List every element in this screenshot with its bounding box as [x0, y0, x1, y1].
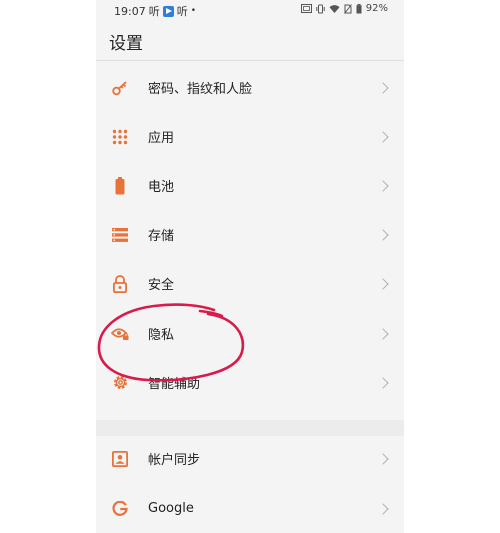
wifi-icon: [329, 4, 340, 13]
more-notifications-dot: •: [190, 6, 197, 16]
chevron-right-icon: [377, 130, 389, 143]
video-app-icon: [162, 5, 174, 17]
settings-item-apps[interactable]: 应用: [96, 112, 404, 161]
status-left: 19:07 听 听 •: [114, 3, 196, 19]
settings-screen: 19:07 听 听 • 92% 设置 密码、指纹和人脸 应用 电池 存储 安全 …: [96, 0, 404, 533]
nfc-icon: [300, 4, 312, 13]
status-bar: 19:07 听 听 • 92%: [96, 0, 404, 20]
battery-icon: [111, 176, 129, 195]
google-icon: [111, 500, 129, 518]
settings-item-label: 应用: [148, 131, 175, 146]
chevron-right-icon: [377, 376, 389, 389]
settings-item-label: 密码、指纹和人脸: [148, 82, 253, 97]
header-divider: [96, 60, 404, 61]
listen-notification-glyph: 听: [148, 5, 160, 18]
page-title: 设置: [109, 34, 143, 54]
settings-item-label: 帐户同步: [148, 453, 201, 468]
settings-item-google[interactable]: Google: [96, 484, 404, 533]
battery-percent: 92%: [365, 3, 388, 14]
apps-grid-icon: [111, 128, 129, 146]
chevron-right-icon: [377, 228, 389, 241]
settings-item-label: 存储: [148, 229, 175, 244]
chevron-right-icon: [377, 327, 389, 340]
listen-notification-glyph-2: 听: [176, 5, 188, 18]
chevron-right-icon: [377, 179, 389, 192]
status-right: 92%: [300, 3, 388, 14]
annotation-circle: [97, 303, 245, 382]
settings-item-account-sync[interactable]: 帐户同步: [96, 434, 404, 483]
status-time: 19:07: [114, 4, 146, 18]
chevron-right-icon: [377, 502, 389, 515]
storage-icon: [111, 226, 129, 244]
settings-item-security[interactable]: 安全: [96, 259, 404, 308]
settings-item-label: 电池: [148, 180, 175, 195]
settings-item-storage[interactable]: 存储: [96, 210, 404, 259]
chevron-right-icon: [377, 277, 389, 290]
chevron-right-icon: [377, 452, 389, 465]
key-icon: [111, 79, 129, 97]
settings-item-label: Google: [148, 501, 194, 516]
lock-icon: [111, 274, 129, 293]
settings-item-label: 安全: [148, 278, 175, 293]
settings-item-battery[interactable]: 电池: [96, 161, 404, 210]
settings-item-password[interactable]: 密码、指纹和人脸: [96, 63, 404, 112]
chevron-right-icon: [377, 81, 389, 94]
account-icon: [111, 450, 129, 468]
no-sim-icon: [343, 3, 352, 14]
vibrate-icon: [316, 4, 325, 13]
battery-status-icon: [356, 3, 362, 13]
